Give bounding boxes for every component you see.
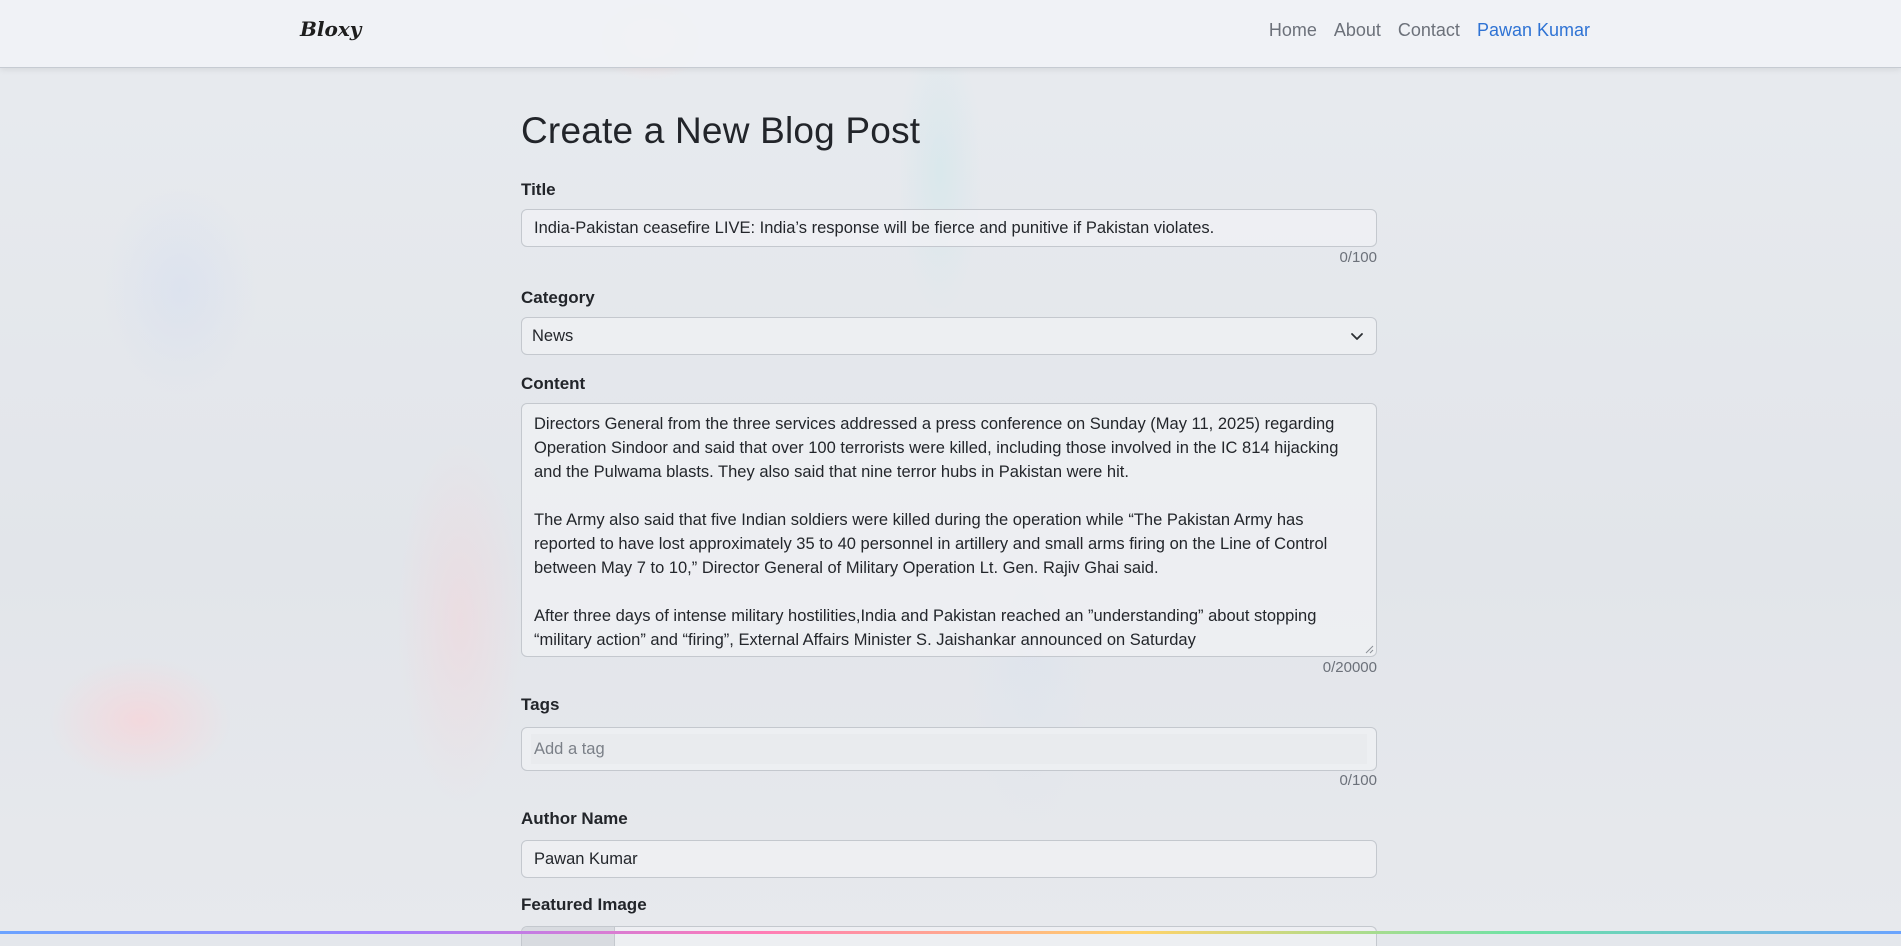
tags-field: Add a tag xyxy=(521,727,1377,771)
content-paragraph: The Army also said that five Indian sold… xyxy=(534,511,1332,577)
user-menu-link[interactable]: Pawan Kumar xyxy=(1477,20,1590,41)
resize-handle-icon[interactable] xyxy=(1364,644,1374,654)
tags-input[interactable]: Add a tag xyxy=(531,734,1367,764)
featured-image-label: Featured Image xyxy=(521,895,647,914)
content-paragraph: After three days of intense military hos… xyxy=(534,607,1321,649)
nav-about-link[interactable]: About xyxy=(1334,20,1381,41)
author-label: Author Name xyxy=(521,809,628,828)
title-counter: 0/100 xyxy=(1339,249,1377,266)
content-counter: 0/20000 xyxy=(1322,659,1377,676)
chevron-down-icon xyxy=(1351,333,1363,340)
choose-file-button[interactable] xyxy=(522,927,615,946)
title-input[interactable]: India-Pakistan ceasefire LIVE: India’s r… xyxy=(521,209,1377,247)
category-select[interactable]: News xyxy=(521,317,1377,355)
page-title: Create a New Blog Post xyxy=(521,110,921,151)
featured-image-input[interactable] xyxy=(521,926,1377,946)
content-label: Content xyxy=(521,374,586,393)
category-label: Category xyxy=(521,288,595,307)
content-paragraph: Directors General from the three service… xyxy=(534,415,1343,481)
nav-contact-link[interactable]: Contact xyxy=(1398,20,1460,41)
title-label: Title xyxy=(521,180,556,199)
brand-logo[interactable]: Bloxy xyxy=(300,17,361,41)
nav-links: Home About Contact Pawan Kumar xyxy=(1269,20,1590,41)
tags-counter: 0/100 xyxy=(1339,772,1377,789)
content-textarea[interactable]: Directors General from the three service… xyxy=(521,403,1377,657)
category-selected-value: News xyxy=(532,327,574,345)
tags-label: Tags xyxy=(521,695,560,714)
nav-home-link[interactable]: Home xyxy=(1269,20,1317,41)
author-name-input[interactable]: Pawan Kumar xyxy=(521,840,1377,878)
navbar: Bloxy Home About Contact Pawan Kumar xyxy=(0,0,1901,68)
